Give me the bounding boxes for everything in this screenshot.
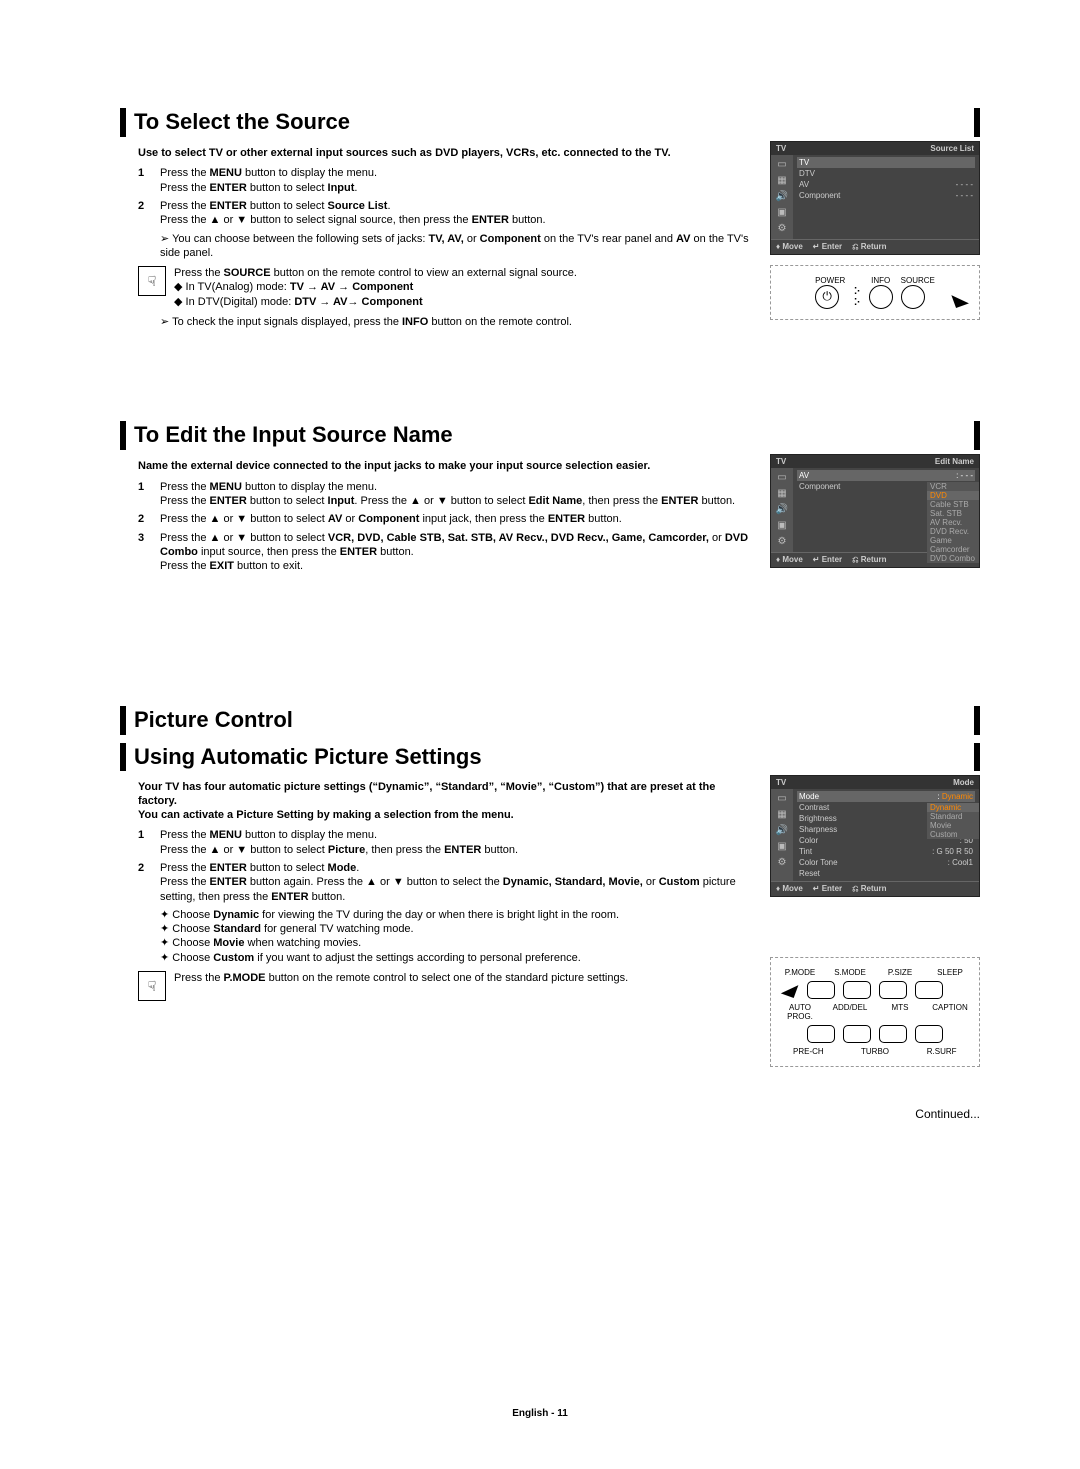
remote-label-power: POWER [815,276,845,285]
osd-footer-move: ♦ Move [776,242,803,252]
osd-tab-icon: ▦ [775,175,789,187]
osd-tab-icon: ⚙ [775,223,789,235]
step-number: 1 [138,166,160,195]
remote-button [843,1025,871,1043]
remote-button [843,981,871,999]
manual-page: To Select the Source Use to select TV or… [0,0,1080,1469]
osd-header-right: Edit Name [935,457,974,466]
remote-button-label: SLEEP [929,968,971,977]
osd-tab-icon: ⚙ [775,857,789,869]
osd-tab-icon: ▣ [775,520,789,532]
step-number: 2 [138,861,160,904]
remote-button-label: PRE-CH [779,1047,838,1056]
osd-source-list: TV Source List ▭ ▦ 🔊 ▣ ⚙ TVDTVAV- - - -C… [770,141,980,255]
remote-button [915,981,943,999]
remote-illustration: POWER ⏻ ⠕ ⠕ INFO SOURCE [770,265,980,320]
osd-tab-icon: 🔊 [775,825,789,837]
osd-footer-return: ⎌ Return [852,555,886,565]
osd-row: Color Tone: Cool1 [797,857,975,868]
edit-name-content: Name the external device connected to th… [120,454,755,578]
osd-header-right: Source List [930,144,974,153]
page-footer: English - 11 [0,1408,1080,1419]
remote-button-label: ADD/DEL [829,1003,871,1021]
remote-info-button [869,285,893,309]
osd-footer-move: ♦ Move [776,555,803,565]
note-text: To check the input signals displayed, pr… [160,315,755,329]
remote-button-label: P.MODE [779,968,821,977]
remote-button [807,1025,835,1043]
intro-text: Use to select TV or other external input… [138,147,755,161]
osd-header-left: TV [776,144,786,153]
osd-row: DTV [797,168,975,179]
osd-row: Reset [797,868,975,879]
step-number: 2 [138,512,160,526]
osd-footer-move: ♦ Move [776,884,803,894]
remote-power-button: ⏻ [815,285,839,309]
remote-illustration: P.MODE S.MODE P.SIZE SLEEP AUTO PROG. ADD/DE… [770,957,980,1067]
osd-row: TV [797,157,975,168]
osd-footer-return: ⎌ Return [852,242,886,252]
remote-label-source: SOURCE [901,276,935,285]
intro-text: Your TV has four automatic picture setti… [138,781,755,822]
osd-tab-icon: ▦ [775,809,789,821]
remote-button [915,1025,943,1043]
step-number: 1 [138,828,160,857]
osd-footer-enter: ↵ Enter [813,555,842,565]
heading-edit-name: To Edit the Input Source Name [120,421,980,450]
osd-edit-name: TV Edit Name ▭ ▦ 🔊 ▣ ⚙ AV: - - -Componen… [770,454,980,568]
osd-row: Mode: Dynamic [797,791,975,802]
remote-tip-icon: ☟ [138,971,166,1001]
osd-tab-icon: 🔊 [775,504,789,516]
osd-mode: TV Mode ▭ ▦ 🔊 ▣ ⚙ Mode: DynamicContrastB… [770,775,980,897]
osd-footer-enter: ↵ Enter [813,242,842,252]
remote-button [807,981,835,999]
step-number: 2 [138,199,160,228]
osd-submenu: DynamicStandardMovieCustom [927,803,979,839]
remote-button-label: P.SIZE [879,968,921,977]
intro-text: Name the external device connected to th… [138,460,755,474]
heading-select-source: To Select the Source [120,108,980,137]
step-number: 1 [138,480,160,509]
osd-tab-icon: ▦ [775,488,789,500]
osd-tab-icon: ▣ [775,841,789,853]
auto-picture-content: Your TV has four automatic picture setti… [120,775,755,1077]
remote-button-label: MTS [879,1003,921,1021]
remote-button-label: TURBO [846,1047,905,1056]
osd-tab-icon: 🔊 [775,191,789,203]
step-number: 3 [138,531,160,574]
osd-header-left: TV [776,457,786,466]
remote-button [879,1025,907,1043]
remote-button [879,981,907,999]
osd-submenu: VCRDVDCable STBSat. STBAV Recv.DVD Recv.… [927,482,979,563]
osd-row: AV- - - - [797,179,975,190]
remote-button-label: R.SURF [912,1047,971,1056]
remote-button-label: AUTO PROG. [779,1003,821,1021]
heading-auto-picture: Using Automatic Picture Settings [120,743,980,772]
remote-label-info: INFO [869,276,893,285]
remote-tip-icon: ☟ [138,266,166,296]
osd-row: Tint: G 50 R 50 [797,846,975,857]
osd-row: AV: - - - [797,470,975,481]
osd-tab-icon: ▭ [775,472,789,484]
continued-text: Continued... [120,1107,980,1121]
osd-row: Component- - - - [797,190,975,201]
remote-button-label: CAPTION [929,1003,971,1021]
osd-header-right: Mode [953,778,974,787]
tip-box: ☟ Press the P.MODE button on the remote … [138,971,755,1001]
osd-tab-icon: ⚙ [775,536,789,548]
osd-header-left: TV [776,778,786,787]
osd-tab-icon: ▭ [775,159,789,171]
select-source-content: Use to select TV or other external input… [120,141,755,334]
remote-source-button [901,285,925,309]
tip-box: ☟ Press the SOURCE button on the remote … [138,266,755,309]
osd-tab-icon: ▣ [775,207,789,219]
osd-tab-icon: ▭ [775,793,789,805]
osd-footer-return: ⎌ Return [852,884,886,894]
note-text: You can choose between the following set… [160,232,755,261]
osd-footer-enter: ↵ Enter [813,884,842,894]
remote-button-label: S.MODE [829,968,871,977]
heading-picture-control: Picture Control [120,706,980,735]
